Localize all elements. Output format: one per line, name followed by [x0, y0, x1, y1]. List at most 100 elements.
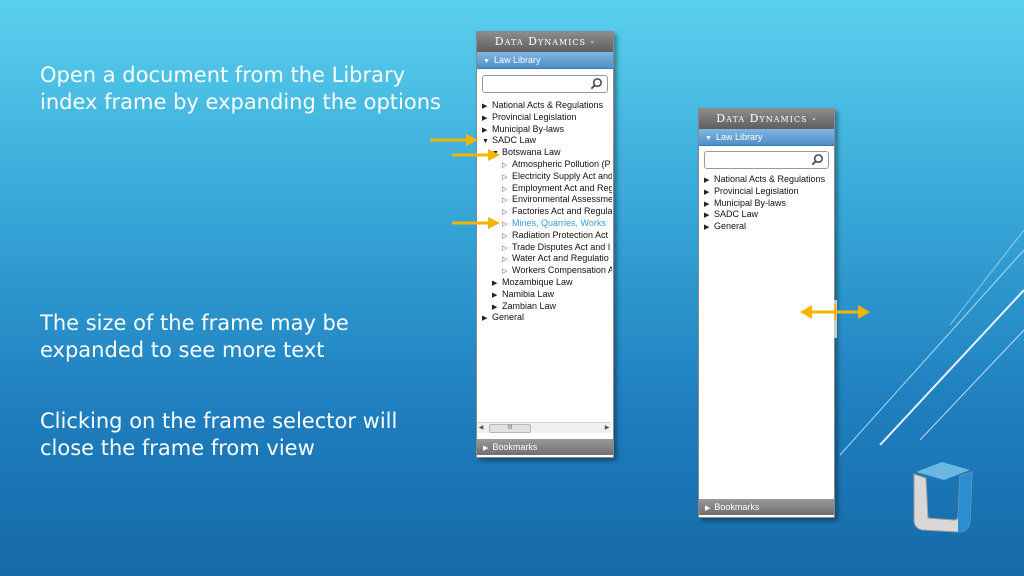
caption-line: index frame by expanding the options [40, 90, 441, 114]
scroll-right-icon[interactable]: ▶ [603, 423, 611, 433]
triangle-right-icon[interactable]: ▶ [492, 278, 502, 289]
triangle-right-icon[interactable]: ▶ [492, 302, 502, 313]
tree-item[interactable]: ▶ General [482, 312, 612, 324]
caption-resize-frame: The size of the frame may be expanded to… [40, 310, 349, 364]
caption-line: close the frame from view [40, 436, 315, 460]
hollow-triangle-right-icon[interactable]: ▷ [502, 254, 512, 265]
tree-item-label: Trade Disputes Act and I [512, 241, 611, 252]
tree-item[interactable]: ▶ Namibia Law [482, 289, 612, 301]
tree-item[interactable]: ▷ Water Act and Regulatio [482, 253, 612, 265]
library-tree: ▶ National Acts & Regulations ▶ Provincial … [704, 174, 832, 233]
triangle-right-icon[interactable]: ▶ [482, 101, 492, 112]
header-label: Law Library [493, 55, 541, 65]
triangle-right-icon: ▶ [705, 505, 711, 512]
tree-item-label: Employment Act and Reg [512, 182, 612, 193]
tree-item[interactable]: ▶ Provincial Legislation [704, 186, 832, 198]
hollow-triangle-right-icon[interactable]: ▷ [502, 172, 512, 183]
tree-item[interactable]: ▶ Municipal By-laws [482, 124, 612, 136]
tree-item-label: Workers Compensation A [512, 265, 612, 276]
tree-item-label: Mines, Quarries, Works [512, 217, 606, 228]
caption-line: expanded to see more text [40, 338, 325, 362]
tree-item[interactable]: ▶ National Acts & Regulations [704, 174, 832, 186]
triangle-right-icon[interactable]: ▶ [704, 187, 714, 198]
triangle-down-icon[interactable]: ▼ [482, 136, 492, 147]
tree-item-label: General [492, 312, 525, 323]
triangle-right-icon[interactable]: ▶ [492, 290, 502, 301]
bookmarks-label: Bookmarks [492, 442, 538, 452]
law-library-header[interactable]: ▼ Law Library [699, 129, 834, 146]
highlight-arrow-icon [452, 217, 500, 229]
triangle-right-icon: ▶ [483, 445, 489, 452]
magnifier-icon[interactable] [590, 77, 603, 90]
bookmarks-panel-header[interactable]: ▶ Bookmarks [699, 499, 834, 515]
tree-item[interactable]: ▷ Workers Compensation A [482, 265, 612, 277]
search-input[interactable] [482, 75, 608, 93]
tree-item[interactable]: ▶ Mozambique Law [482, 277, 612, 289]
tree-item[interactable]: ▶ Zambian Law [482, 301, 612, 313]
hollow-triangle-right-icon[interactable]: ▷ [502, 231, 512, 242]
hollow-triangle-right-icon[interactable]: ▷ [502, 219, 512, 230]
hollow-triangle-right-icon[interactable]: ▷ [502, 207, 512, 218]
search-input[interactable] [704, 151, 829, 169]
tree-item-label: National Acts & Regulations [714, 174, 826, 184]
highlight-arrow-icon [452, 149, 500, 161]
tree-item[interactable]: ▷ Electricity Supply Act and [482, 171, 612, 183]
tree-item[interactable]: ▶ Municipal By-laws [704, 198, 832, 210]
magnifier-icon[interactable] [811, 153, 824, 166]
tree-item-label: Provincial Legislation [492, 111, 577, 122]
triangle-right-icon[interactable]: ▶ [482, 313, 492, 324]
scroll-thumb[interactable]: III [489, 424, 531, 433]
brand-title: Data Dynamics - [477, 32, 613, 52]
tree-item[interactable]: ▷ Employment Act and Reg [482, 183, 612, 195]
tree-item-label: SADC Law [714, 209, 759, 220]
triangle-right-icon[interactable]: ▶ [482, 113, 492, 124]
triangle-right-icon[interactable]: ▶ [704, 222, 714, 233]
bookmarks-label: Bookmarks [714, 502, 760, 512]
hollow-triangle-right-icon[interactable]: ▷ [502, 266, 512, 277]
tree-item[interactable]: ▶ General [704, 221, 832, 233]
horizontal-scrollbar[interactable]: ◀ III ▶ [477, 422, 611, 433]
triangle-down-icon: ▼ [483, 58, 490, 65]
caption-line: Clicking on the frame selector will [40, 409, 398, 433]
tree-item[interactable]: ▶ National Acts & Regulations [482, 100, 612, 112]
hollow-triangle-right-icon[interactable]: ▷ [502, 160, 512, 171]
tree-item[interactable]: ▼ SADC Law [482, 135, 612, 147]
brand-title: Data Dynamics - [699, 109, 834, 129]
hollow-triangle-right-icon[interactable]: ▷ [502, 243, 512, 254]
caption-line: Open a document from the Library [40, 63, 406, 87]
law-library-header[interactable]: ▼ Law Library [477, 52, 613, 69]
caption-open-document: Open a document from the Library index f… [40, 62, 441, 116]
triangle-right-icon[interactable]: ▶ [704, 210, 714, 221]
tree-item-label: Botswana Law [502, 147, 561, 158]
library-frame-expanded: Data Dynamics - ▼ Law Library ▶ National A… [476, 31, 614, 458]
tree-item[interactable]: ▼Botswana Law [482, 147, 612, 159]
tree-item[interactable]: ▷ Trade Disputes Act and I [482, 242, 612, 254]
bookmarks-panel-header[interactable]: ▶ Bookmarks [477, 439, 613, 455]
tree-item[interactable]: ▷ Mines, Quarries, Works [482, 218, 612, 230]
header-label: Law Library [715, 132, 763, 142]
tree-item[interactable]: ▷ Atmospheric Pollution (P [482, 159, 612, 171]
tree-item[interactable]: ▶ SADC Law [704, 209, 832, 221]
tree-item-label: SADC Law [492, 135, 537, 146]
tree-item[interactable]: ▷ Radiation Protection Act [482, 230, 612, 242]
tree-item[interactable]: ▷ Factories Act and Regula [482, 206, 612, 218]
tree-item-label: Provincial Legislation [714, 185, 799, 196]
caption-line: The size of the frame may be [40, 311, 349, 335]
tree-item-label: Mozambique Law [502, 276, 573, 287]
tree-item-label: National Acts & Regulations [492, 100, 604, 110]
triangle-right-icon[interactable]: ▶ [704, 175, 714, 186]
highlight-arrow-icon [430, 134, 478, 146]
decorative-lines [839, 230, 1024, 456]
scroll-left-icon[interactable]: ◀ [477, 423, 485, 433]
tree-item[interactable]: ▶ Provincial Legislation [482, 112, 612, 124]
triangle-right-icon[interactable]: ▶ [482, 125, 492, 136]
tree-item-label: Radiation Protection Act [512, 229, 609, 240]
tree-item-label: Atmospheric Pollution (P [512, 158, 611, 169]
hollow-triangle-right-icon[interactable]: ▷ [502, 195, 512, 206]
tree-item-label: Municipal By-laws [492, 123, 565, 134]
tree-item-label: Electricity Supply Act and [512, 170, 612, 181]
tree-item-label: Water Act and Regulatio [512, 253, 609, 264]
triangle-right-icon[interactable]: ▶ [704, 199, 714, 210]
hollow-triangle-right-icon[interactable]: ▷ [502, 184, 512, 195]
tree-item[interactable]: ▷ Environmental Assessme [482, 194, 612, 206]
